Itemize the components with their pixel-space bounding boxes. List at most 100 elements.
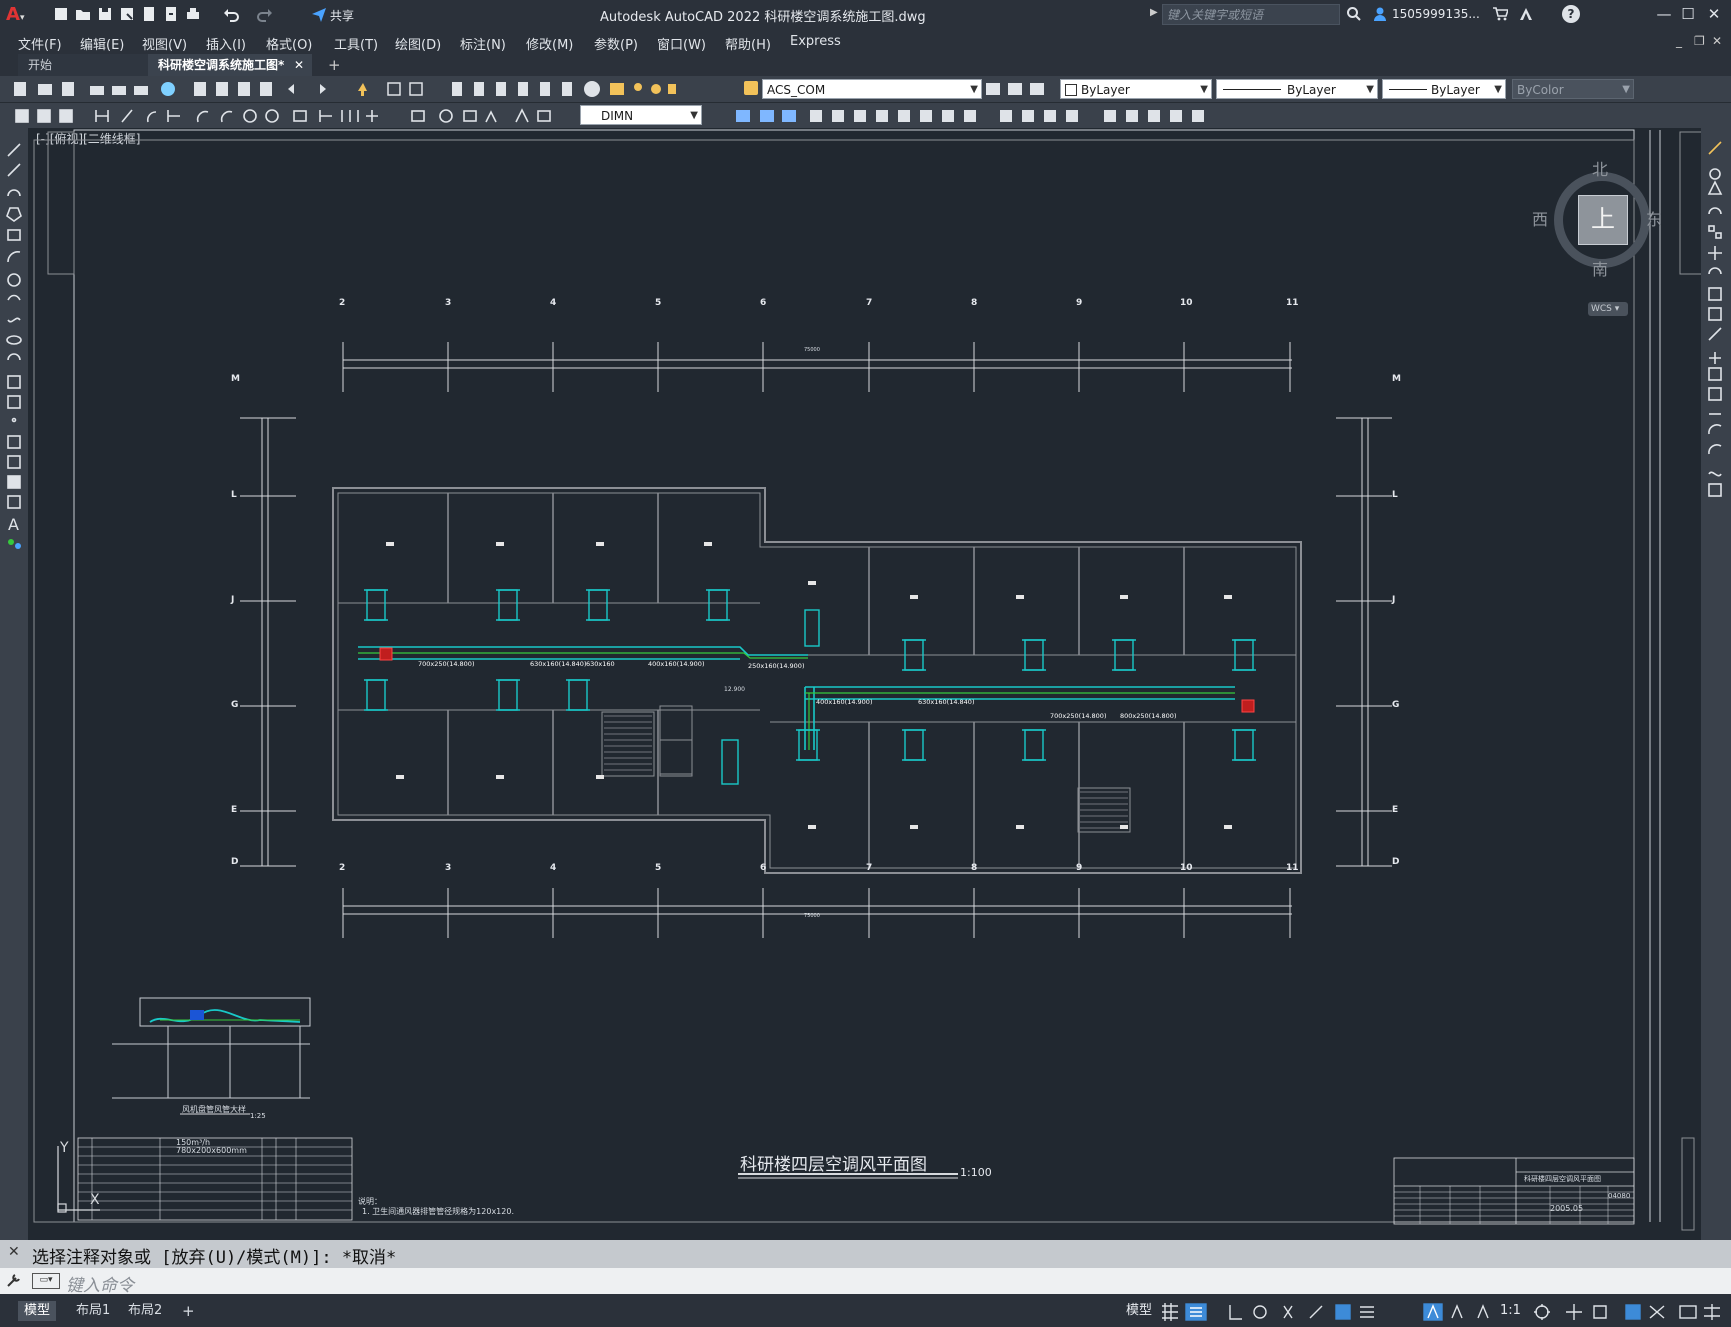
lineweight-dropdown[interactable]: ByLayer ▼	[1382, 79, 1506, 99]
menu-window[interactable]: 窗口(W)	[657, 34, 706, 53]
plotstyle-value: ByColor	[1517, 83, 1564, 97]
tab-drawing[interactable]: 科研楼空调系统施工图* ✕	[148, 54, 312, 76]
layout-tab-1[interactable]: 布局1	[70, 1301, 116, 1321]
draw-tool-icons[interactable]: A	[0, 138, 28, 598]
fan-coil-unit	[498, 679, 518, 711]
linetype-value: ByLayer	[1287, 83, 1336, 97]
drawing-canvas[interactable]: [-][俯视][二维线框] 700x250(14.800) 630x160(14…	[28, 128, 1701, 1240]
duct-size-label: 800x250(14.800)	[1120, 712, 1176, 720]
menu-view[interactable]: 视图(V)	[142, 34, 187, 53]
viewcube-east[interactable]: 东	[1646, 206, 1662, 230]
model-space-toggle[interactable]: 模型	[1120, 1301, 1158, 1321]
user-name[interactable]: 1505999135...	[1392, 7, 1480, 21]
viewcube-top-face[interactable]: 上	[1578, 195, 1628, 245]
app-logo-icon[interactable]: A▾	[6, 4, 28, 26]
room-tag	[1016, 825, 1024, 829]
new-tab-button[interactable]: +	[318, 54, 344, 76]
dimension-toolbar: DIMN ▼	[0, 103, 1731, 129]
open-web-icon[interactable]	[140, 5, 158, 23]
search-icon[interactable]	[1346, 6, 1362, 22]
fan-coil-unit	[366, 589, 386, 621]
viewcube[interactable]: 上 北 南 西 东	[1532, 148, 1664, 280]
close-icon[interactable]: ✕	[1704, 4, 1724, 24]
share-icon[interactable]	[310, 5, 328, 23]
open-file-icon[interactable]	[74, 5, 92, 23]
status-right-icons[interactable]	[1530, 1302, 1726, 1322]
color-dropdown[interactable]: ByLayer ▼	[1060, 79, 1212, 99]
autodesk-app-icon[interactable]	[1518, 6, 1534, 22]
menu-help[interactable]: 帮助(H)	[725, 34, 771, 53]
menu-dimension[interactable]: 标注(N)	[460, 34, 506, 53]
level-label: 12.900	[724, 686, 745, 693]
menu-draw[interactable]: 绘图(D)	[395, 34, 441, 53]
add-layout-button[interactable]: +	[176, 1301, 201, 1321]
dimstyle-dropdown[interactable]: DIMN ▼	[580, 105, 702, 125]
viewcube-west[interactable]: 西	[1532, 206, 1548, 230]
menu-modify[interactable]: 修改(M)	[526, 34, 573, 53]
save-as-icon[interactable]	[118, 5, 136, 23]
help-icon[interactable]: ?	[1562, 5, 1580, 23]
menu-parametric[interactable]: 参数(P)	[594, 34, 638, 53]
command-line[interactable]: ▭▾ 键入命令	[0, 1268, 1731, 1296]
save-web-icon[interactable]	[162, 5, 180, 23]
search-input[interactable]: 键入关键字或短语	[1162, 4, 1340, 25]
user-icon[interactable]	[1372, 6, 1388, 22]
redo-icon[interactable]	[256, 5, 274, 23]
expand-arrow-icon[interactable]: ▶	[1150, 7, 1158, 18]
ucs-dropdown[interactable]: WCS ▾	[1588, 302, 1628, 316]
notes-text: 1. 卫生间通风器排管管径规格为120x120.	[362, 1207, 514, 1216]
tab-start[interactable]: 开始	[18, 54, 148, 76]
undo-icon[interactable]	[222, 5, 240, 23]
viewcube-north[interactable]: 北	[1592, 156, 1608, 180]
doc-minimize-icon[interactable]: _	[1676, 34, 1682, 48]
command-customize-icon[interactable]	[6, 1272, 22, 1288]
fan-coil-unit	[1024, 729, 1044, 761]
layer-tools-icons[interactable]	[986, 81, 1046, 97]
new-file-icon[interactable]	[52, 5, 70, 23]
save-icon[interactable]	[96, 5, 114, 23]
doc-restore-icon[interactable]: ❐	[1694, 34, 1705, 48]
menu-format[interactable]: 格式(O)	[266, 34, 312, 53]
color-swatch-icon	[1065, 84, 1077, 96]
doc-close-icon[interactable]: ✕	[1712, 34, 1722, 48]
room-tag	[596, 542, 604, 546]
linetype-dropdown[interactable]: ByLayer ▼	[1216, 79, 1378, 99]
dimension-toolbar-icons[interactable]	[8, 107, 578, 125]
layout-tab-2[interactable]: 布局2	[122, 1301, 168, 1321]
maximize-icon[interactable]: ☐	[1678, 4, 1698, 24]
cart-icon[interactable]	[1492, 6, 1510, 22]
command-recent-icon[interactable]: ▭▾	[32, 1273, 60, 1289]
detail-title: 风机盘管风管大样	[182, 1105, 246, 1114]
grid-label-3: 3	[445, 298, 452, 308]
layer-lock-icon[interactable]	[744, 81, 758, 95]
duct-size-label: 630x160(14.840)	[918, 698, 974, 706]
modify-toolbar-icons[interactable]	[706, 107, 1226, 125]
viewcube-south[interactable]: 南	[1592, 256, 1608, 280]
grid-row-D-right: D	[1392, 857, 1400, 867]
menu-insert[interactable]: 插入(I)	[206, 34, 246, 53]
grid-row-G-right: G	[1392, 700, 1400, 710]
tab-close-icon[interactable]: ✕	[294, 54, 304, 76]
grid-label-6-bottom: 6	[760, 863, 767, 873]
menu-edit[interactable]: 编辑(E)	[80, 34, 124, 53]
duct-size-label: 630x160(14.840)	[530, 660, 586, 668]
menu-tools[interactable]: 工具(T)	[334, 34, 378, 53]
lineweight-sample	[1389, 89, 1427, 90]
minimize-icon[interactable]: —	[1654, 4, 1674, 24]
grid-label-7-bottom: 7	[866, 863, 873, 873]
menu-file[interactable]: 文件(F)	[18, 34, 62, 53]
plotstyle-dropdown[interactable]: ByColor ▼	[1512, 79, 1634, 99]
layout-tab-model[interactable]: 模型	[18, 1301, 57, 1321]
command-input[interactable]: 键入命令	[66, 1271, 134, 1296]
layer-dropdown[interactable]: ACS_COM ▼	[762, 79, 982, 99]
share-button-label[interactable]: 共享	[330, 7, 354, 24]
plot-icon[interactable]	[184, 5, 202, 23]
standard-toolbar-icons[interactable]	[8, 80, 678, 98]
annotation-scale[interactable]: 1:1	[1500, 1303, 1521, 1318]
room-tag	[1224, 595, 1232, 599]
window-title: Autodesk AutoCAD 2022 科研楼空调系统施工图.dwg	[600, 10, 926, 25]
grid-label-10-bottom: 10	[1180, 863, 1193, 873]
modify-tool-icons[interactable]	[1701, 138, 1731, 558]
menu-express[interactable]: Express	[790, 34, 841, 49]
command-close-icon[interactable]: ✕	[8, 1244, 20, 1260]
